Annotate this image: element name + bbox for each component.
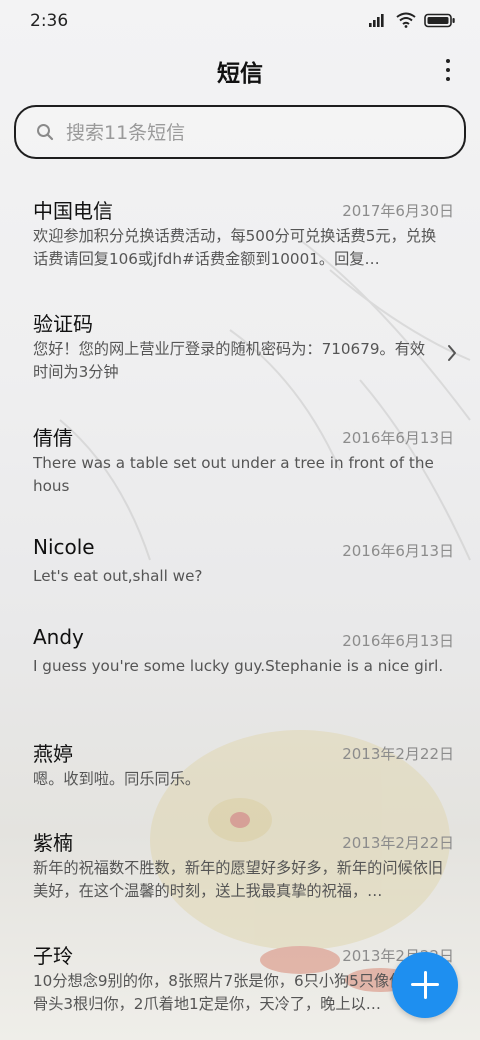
sender-name: 子玲 [33, 944, 73, 968]
search-input[interactable] [64, 107, 448, 159]
message-item[interactable]: 倩倩 2016年6月13日 There was a table set out … [0, 407, 480, 507]
message-item[interactable]: Nicole 2016年6月13日 Let's eat out,shall we… [0, 520, 480, 620]
sender-name: 验证码 [33, 312, 93, 336]
message-date: 2013年2月22日 [342, 834, 454, 852]
app-header: 短信 [0, 46, 480, 94]
message-item[interactable]: 燕婷 2013年2月22日 嗯。收到啦。同乐同乐。 [0, 723, 480, 823]
message-item[interactable]: 紫楠 2013年2月22日 新年的祝福数不胜数，新年的愿望好多好多，新年的问候依… [0, 812, 480, 912]
status-bar: 2:36 [0, 0, 480, 40]
message-preview: I guess you're some lucky guy.Stephanie … [33, 657, 444, 675]
sender-name: Andy [33, 625, 84, 649]
sender-name: 紫楠 [33, 831, 73, 855]
chevron-right-icon[interactable] [446, 343, 458, 363]
message-preview: 您好！您的网上营业厅登录的随机密码为：710679。有效时间为3分钟 [33, 340, 426, 381]
more-icon[interactable] [440, 56, 456, 84]
sender-name: 中国电信 [33, 199, 113, 223]
message-item[interactable]: Andy 2016年6月13日 I guess you're some luck… [0, 610, 480, 710]
search-icon [37, 124, 54, 141]
message-item[interactable]: 中国电信 2017年6月30日 欢迎参加积分兑换话费活动，每500分可兑换话费5… [0, 180, 480, 280]
sender-name: Nicole [33, 535, 95, 559]
message-preview: 嗯。收到啦。同乐同乐。 [33, 770, 201, 788]
search-bar[interactable] [14, 105, 466, 159]
message-date: 2017年6月30日 [342, 202, 454, 220]
message-date: 2016年6月13日 [342, 632, 454, 650]
page-title: 短信 [217, 61, 263, 87]
message-preview: 新年的祝福数不胜数，新年的愿望好多好多，新年的问候依旧美好，在这个温馨的时刻，送… [33, 859, 444, 900]
signal-icon [369, 14, 384, 27]
message-item[interactable]: 验证码 您好！您的网上营业厅登录的随机密码为：710679。有效时间为3分钟 [0, 293, 480, 393]
message-preview: Let's eat out,shall we? [33, 567, 203, 585]
message-date: 2016年6月13日 [342, 429, 454, 447]
message-preview: 欢迎参加积分兑换话费活动，每500分可兑换话费5元，兑换话费请回复106或jfd… [33, 227, 437, 268]
sender-name: 倩倩 [33, 426, 73, 450]
wifi-icon [396, 12, 416, 28]
battery-icon [424, 13, 455, 27]
message-preview: There was a table set out under a tree i… [33, 454, 434, 495]
status-time: 2:36 [30, 11, 69, 31]
new-message-button[interactable] [392, 952, 458, 1018]
message-preview: 10分想念9别的你，8张照片7张是你，6只小狗5只像你，4根骨头3根归你，2爪着… [33, 972, 445, 1013]
message-date: 2016年6月13日 [342, 542, 454, 560]
sender-name: 燕婷 [33, 742, 73, 766]
message-date: 2013年2月22日 [342, 745, 454, 763]
